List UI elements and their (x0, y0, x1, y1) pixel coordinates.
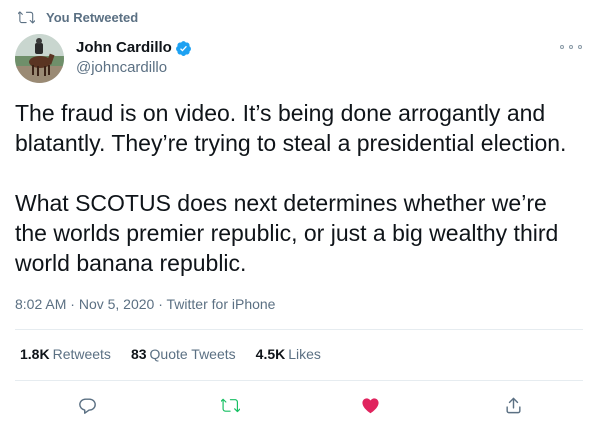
likes-label: Likes (288, 346, 321, 362)
divider (15, 380, 583, 381)
tweet-source[interactable]: Twitter for iPhone (167, 296, 276, 312)
likes-stat[interactable]: 4.5K Likes (256, 346, 321, 362)
tweet-paragraph: The fraud is on video. It’s being done a… (15, 100, 567, 156)
retweet-icon (18, 11, 35, 24)
meta-separator: · (154, 296, 167, 312)
retweets-label: Retweets (52, 346, 111, 362)
tweet-paragraph: What SCOTUS does next determines whether… (15, 190, 559, 276)
tweet-stats: 1.8K Retweets 83 Quote Tweets 4.5K Likes (20, 346, 341, 362)
reply-button[interactable] (74, 392, 100, 418)
meta-separator: · (66, 296, 79, 312)
tweet-time[interactable]: 8:02 AM (15, 296, 66, 312)
retweet-icon (220, 398, 240, 412)
quote-tweets-count: 83 (130, 346, 147, 362)
retweets-count: 1.8K (20, 346, 50, 362)
author-block[interactable]: John Cardillo @johncardillo (76, 38, 192, 78)
retweet-context: You Retweeted (18, 9, 138, 26)
retweet-context-label: You Retweeted (46, 10, 139, 25)
avatar[interactable] (15, 34, 64, 83)
tweet-date[interactable]: Nov 5, 2020 (79, 296, 155, 312)
tweet-text: The fraud is on video. It’s being done a… (15, 98, 585, 278)
heart-icon (361, 397, 379, 413)
share-button[interactable] (500, 392, 526, 418)
retweets-stat[interactable]: 1.8K Retweets (20, 346, 111, 362)
horse-rider-avatar (15, 34, 64, 83)
reply-icon (78, 397, 96, 414)
tweet-meta: 8:02 AM · Nov 5, 2020 · Twitter for iPho… (15, 296, 275, 312)
like-button[interactable] (357, 392, 383, 418)
retweet-button[interactable] (217, 392, 243, 418)
share-icon (505, 397, 521, 413)
likes-count: 4.5K (255, 346, 286, 362)
more-options-icon[interactable] (560, 40, 582, 54)
author-handle[interactable]: @johncardillo (76, 58, 192, 78)
verified-badge-icon (175, 40, 191, 56)
quote-tweets-label: Quote Tweets (149, 346, 236, 362)
divider (15, 329, 583, 330)
action-bar (0, 392, 598, 420)
quote-tweets-stat[interactable]: 83 Quote Tweets (131, 346, 236, 362)
author-name[interactable]: John Cardillo (76, 38, 172, 58)
